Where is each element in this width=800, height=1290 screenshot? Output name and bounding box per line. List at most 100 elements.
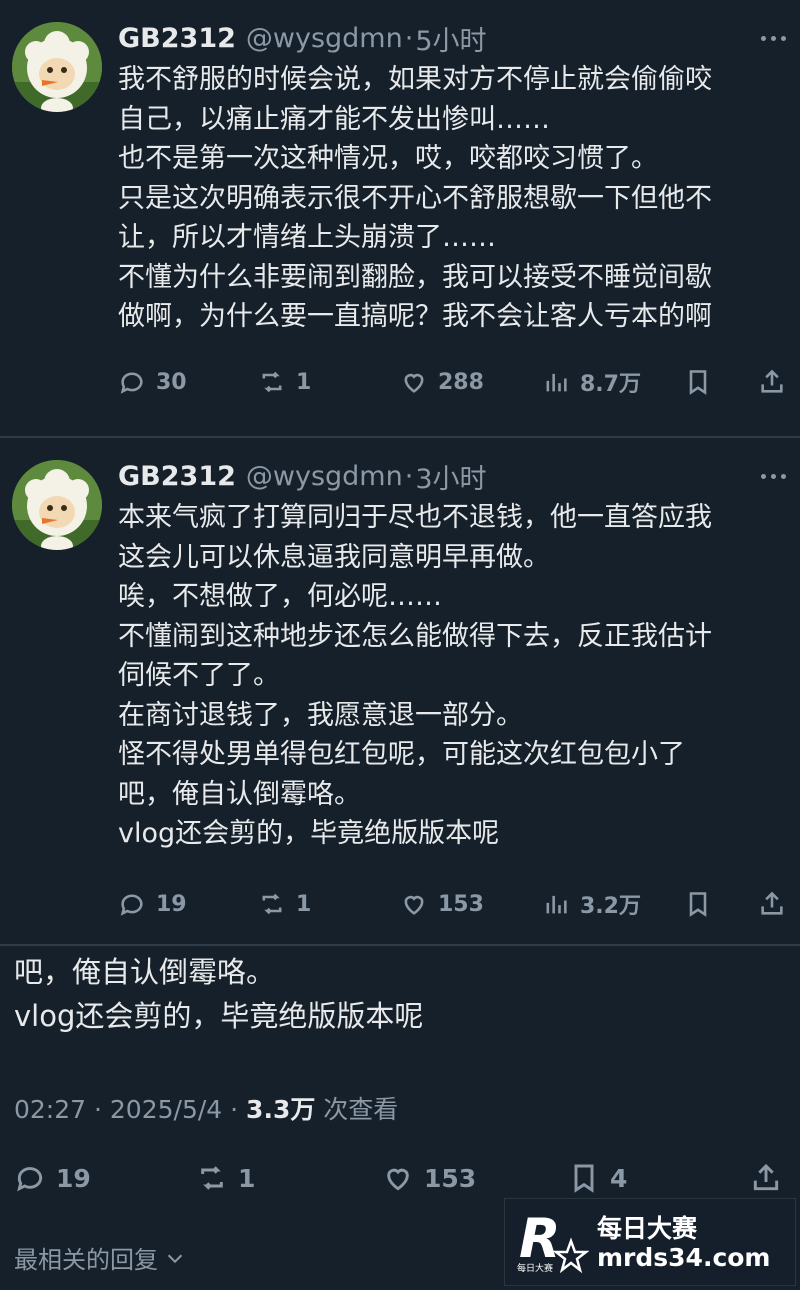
- like-icon: [404, 895, 424, 915]
- divider: [0, 944, 800, 946]
- views-count: 3.3万: [246, 1095, 316, 1124]
- retweet-button[interactable]: 1: [196, 1158, 255, 1198]
- tweet-line: 做啊，为什么要一直搞呢？我不会让客人亏本的啊: [118, 301, 712, 332]
- watermark-logo-small-text: 每日大赛: [517, 1262, 553, 1274]
- tweet-header: GB2312 @wysgdmn · 5小时: [118, 18, 487, 58]
- tweet-2[interactable]: GB2312 @wysgdmn · 3小时 本来气疯了打算同归于尽也不退钱，他一…: [0, 456, 800, 936]
- like-count: 153: [438, 891, 484, 917]
- reply-button[interactable]: 19: [118, 884, 187, 924]
- views-button[interactable]: 8.7万: [542, 362, 641, 402]
- separator-dot: ·: [404, 460, 414, 492]
- tweet-line: 怪不得处男单得包红包呢，可能这次红包包小了: [118, 739, 685, 770]
- author-handle[interactable]: @wysgdmn: [246, 461, 403, 492]
- detail-line: vlog还会剪的，毕竟绝版版本呢: [14, 999, 424, 1033]
- share-button[interactable]: [758, 362, 786, 402]
- author-name[interactable]: GB2312: [118, 461, 236, 492]
- replies-sort-dropdown[interactable]: 最相关的回复: [14, 1240, 186, 1275]
- tweet-line: 吧，俺自认倒霉咯。: [118, 778, 361, 810]
- retweet-icon: [262, 371, 282, 393]
- views-button[interactable]: 3.2万: [542, 884, 641, 924]
- tweet-line: 也不是第一次这种情况，哎，咬都咬习惯了。: [118, 143, 658, 174]
- views-icon: [546, 895, 567, 914]
- watermark-brand: 每日大赛: [597, 1214, 698, 1243]
- share-icon: [761, 369, 783, 393]
- like-button[interactable]: 153: [382, 1158, 476, 1198]
- svg-text:R: R: [519, 1207, 561, 1270]
- author-name[interactable]: GB2312: [118, 23, 236, 54]
- bookmark-icon: [689, 892, 707, 917]
- bookmark-button[interactable]: [684, 362, 712, 402]
- divider: [0, 436, 800, 438]
- tweet-line: 本来气疯了打算同归于尽也不退钱，他一直答应我: [118, 502, 712, 533]
- reply-count: 30: [156, 369, 187, 395]
- reply-button[interactable]: 19: [14, 1158, 91, 1198]
- bookmark-button[interactable]: [684, 884, 712, 924]
- share-button[interactable]: [750, 1158, 782, 1198]
- tweet-line: vlog还会剪的，毕竟绝版版本呢: [118, 818, 500, 849]
- reply-icon: [120, 372, 143, 394]
- tweet-line: 伺候不了了。: [118, 660, 280, 691]
- share-icon: [753, 1163, 779, 1191]
- bookmark-button[interactable]: 4: [568, 1158, 627, 1198]
- views-count: 8.7万: [580, 372, 641, 397]
- retweet-button[interactable]: 1: [258, 362, 311, 402]
- chevron-down-icon: [167, 1254, 183, 1263]
- tweet-actions: 30 1 288 8.7万: [118, 362, 790, 402]
- retweet-button[interactable]: 1: [258, 884, 311, 924]
- post-date[interactable]: 2025/5/4: [110, 1095, 222, 1124]
- watermark: R 每日大赛 每日大赛 mrds34.com: [504, 1198, 796, 1286]
- like-count: 153: [424, 1163, 477, 1193]
- post-time[interactable]: 02:27: [14, 1095, 86, 1124]
- tweet-text: 我不舒服的时候会说，如果对方不停止就会偷偷咬 自己，以痛止痛才能不发出惨叫…… …: [118, 60, 798, 337]
- share-icon: [761, 891, 783, 915]
- watermark-domain: mrds34.com: [597, 1243, 771, 1272]
- views-count: 3.2万: [580, 894, 641, 919]
- sheep-avatar-image: [12, 22, 102, 112]
- reply-count: 19: [56, 1163, 91, 1193]
- tweet-line: 这会儿可以休息逼我同意明早再做。: [118, 541, 550, 573]
- like-button[interactable]: 153: [400, 884, 484, 924]
- more-icon[interactable]: [761, 18, 786, 58]
- like-icon: [404, 373, 424, 393]
- separator-dot: ·: [230, 1095, 239, 1124]
- separator-dot: ·: [94, 1095, 102, 1124]
- sheep-avatar-image: [12, 460, 102, 550]
- tweet-line: 自己，以痛止痛才能不发出惨叫……: [118, 103, 550, 135]
- avatar[interactable]: [12, 460, 102, 550]
- avatar[interactable]: [12, 22, 102, 112]
- tweet-1[interactable]: GB2312 @wysgdmn · 5小时 我不舒服的时候会说，如果对方不停止就…: [0, 18, 800, 418]
- tweet-actions: 19 1 153 3.2万: [118, 884, 790, 924]
- tweet-line: 只是这次明确表示很不开心不舒服想歇一下但他不: [118, 182, 712, 214]
- author-handle[interactable]: @wysgdmn: [246, 23, 403, 54]
- like-count: 288: [438, 369, 484, 395]
- more-icon[interactable]: [761, 456, 786, 496]
- tweet-line: 不懂为什么非要闹到翻脸，我可以接受不睡觉间歇: [118, 261, 712, 293]
- tweet-meta: 02:27 · 2025/5/4 · 3.3万 次查看: [14, 1090, 398, 1126]
- detail-line: 吧，俺自认倒霉咯。: [14, 955, 276, 989]
- retweet-count: 1: [296, 891, 312, 917]
- retweet-icon: [201, 1166, 223, 1190]
- tweet-time[interactable]: 3小时: [415, 457, 486, 496]
- retweet-count: 1: [238, 1163, 256, 1193]
- views-label: 次查看: [323, 1095, 399, 1124]
- reply-count: 19: [156, 891, 187, 917]
- separator-dot: ·: [404, 22, 414, 54]
- tweet-time[interactable]: 5小时: [415, 19, 486, 58]
- bookmark-icon: [689, 370, 707, 395]
- detail-tweet-text: 吧，俺自认倒霉咯。 vlog还会剪的，毕竟绝版版本呢: [14, 950, 423, 1038]
- reply-icon: [17, 1167, 43, 1192]
- detail-actions: 19 1 153 4: [14, 1158, 790, 1202]
- like-button[interactable]: 288: [400, 362, 484, 402]
- tweet-header: GB2312 @wysgdmn · 3小时: [118, 456, 487, 496]
- like-icon: [387, 1168, 409, 1191]
- watermark-logo: R 每日大赛: [517, 1207, 589, 1274]
- share-button[interactable]: [758, 884, 786, 924]
- retweet-count: 1: [296, 369, 312, 395]
- views-icon: [546, 373, 567, 392]
- bookmark-icon: [574, 1164, 594, 1193]
- reply-button[interactable]: 30: [118, 362, 187, 402]
- tweet-line: 在商讨退钱了，我愿意退一部分。: [118, 699, 523, 731]
- retweet-icon: [262, 893, 282, 915]
- reply-icon: [120, 894, 143, 916]
- tweet-line: 唉，不想做了，何必呢……: [118, 581, 442, 612]
